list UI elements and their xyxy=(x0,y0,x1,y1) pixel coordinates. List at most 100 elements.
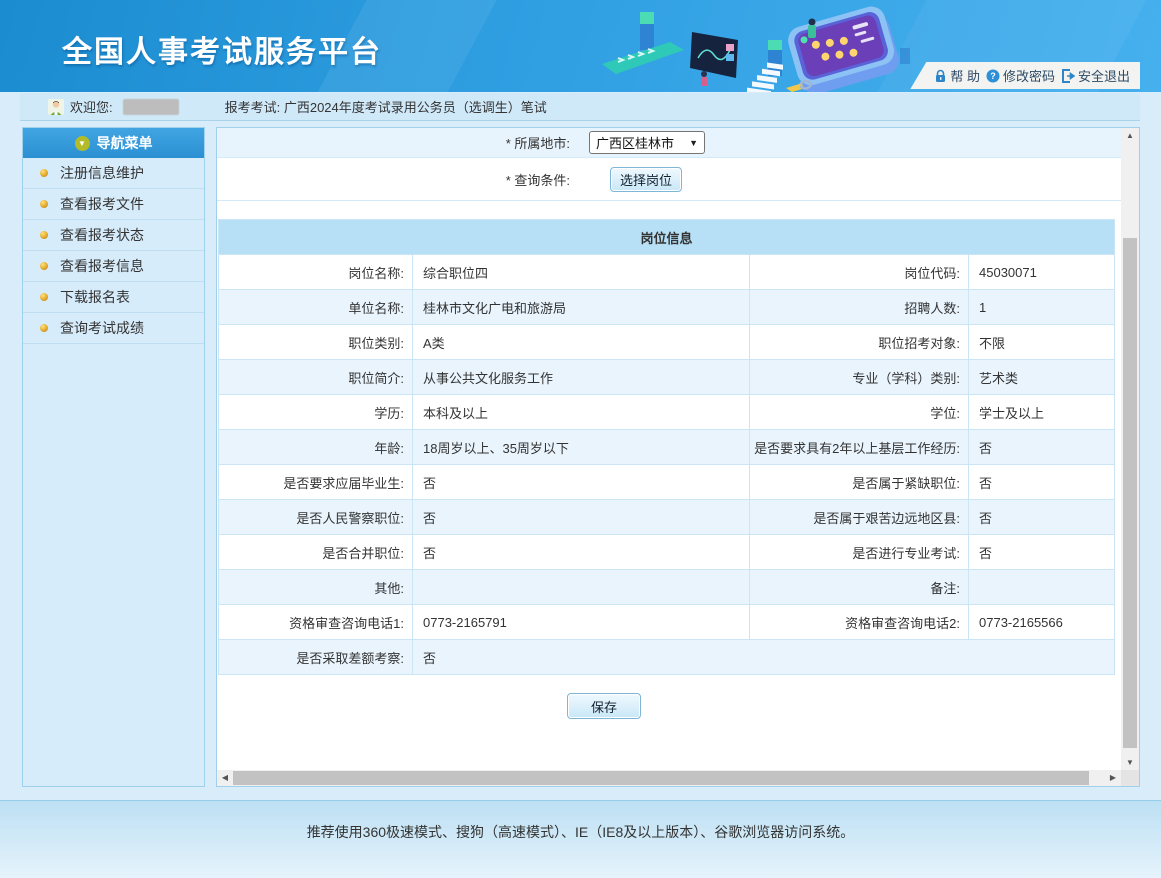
welcome-bar: 欢迎您: 报考考试: 广西2024年度考试录用公务员（选调生）笔试 xyxy=(20,93,1140,121)
user-avatar-icon xyxy=(48,99,64,115)
sidebar-item-label: 下载报名表 xyxy=(60,287,130,307)
bullet-icon xyxy=(40,200,48,208)
vertical-scrollbar-thumb[interactable] xyxy=(1123,238,1137,748)
sidebar-item-view-exam-info[interactable]: 查看报考信息 xyxy=(23,251,204,282)
scroll-down-icon[interactable]: ▼ xyxy=(1121,755,1139,771)
header-illustration xyxy=(600,0,930,92)
sidebar-item-label: 查看报考文件 xyxy=(60,194,144,214)
chevron-down-icon: ▼ xyxy=(689,138,698,148)
bullet-icon xyxy=(40,324,48,332)
field-value: A类 xyxy=(413,325,750,360)
field-value: 否 xyxy=(413,465,750,500)
vertical-scrollbar[interactable]: ▲ ▼ xyxy=(1121,128,1139,771)
sidebar-item-download-form[interactable]: 下载报名表 xyxy=(23,282,204,313)
logout-link[interactable]: 安全退出 xyxy=(1061,66,1130,85)
table-row: 是否要求应届毕业生: 否 是否属于紧缺职位: 否 xyxy=(219,465,1115,500)
svg-text:?: ? xyxy=(990,71,996,81)
field-value: 本科及以上 xyxy=(413,395,750,430)
query-label: * 查询条件: xyxy=(217,170,574,189)
scroll-left-icon[interactable]: ◀ xyxy=(217,770,233,786)
horizontal-scrollbar-thumb[interactable] xyxy=(233,771,1089,785)
field-label: 是否合并职位: xyxy=(219,535,413,570)
sidebar-header: ▼ 导航菜单 xyxy=(23,128,204,158)
field-label: 其他: xyxy=(219,570,413,605)
table-row: 职位简介: 从事公共文化服务工作 专业（学科）类别: 艺术类 xyxy=(219,360,1115,395)
city-label: * 所属地市: xyxy=(217,133,574,152)
field-value: 否 xyxy=(413,535,750,570)
field-value: 不限 xyxy=(969,325,1115,360)
field-label: 单位名称: xyxy=(219,290,413,325)
bullet-icon xyxy=(40,169,48,177)
field-value: 否 xyxy=(969,465,1115,500)
field-value: 18周岁以上、35周岁以下 xyxy=(413,430,750,465)
position-info-table: 岗位信息 岗位名称: 综合职位四 岗位代码: 45030071 单位名称: 桂林… xyxy=(218,219,1115,675)
scroll-up-icon[interactable]: ▲ xyxy=(1121,128,1139,144)
field-value: 桂林市文化广电和旅游局 xyxy=(413,290,750,325)
change-password-label: 修改密码 xyxy=(1003,66,1055,85)
logout-label: 安全退出 xyxy=(1078,66,1130,85)
sidebar-item-label: 查看报考信息 xyxy=(60,256,144,276)
field-value: 从事公共文化服务工作 xyxy=(413,360,750,395)
field-label: 职位简介: xyxy=(219,360,413,395)
table-row: 职位类别: A类 职位招考对象: 不限 xyxy=(219,325,1115,360)
save-button[interactable]: 保存 xyxy=(567,693,641,719)
help-link[interactable]: 帮 助 xyxy=(934,66,980,85)
field-label: 职位招考对象: xyxy=(750,325,969,360)
table-row: 年龄: 18周岁以上、35周岁以下 是否要求具有2年以上基层工作经历: 否 xyxy=(219,430,1115,465)
bullet-icon xyxy=(40,231,48,239)
table-row: 是否合并职位: 否 是否进行专业考试: 否 xyxy=(219,535,1115,570)
field-label: 学位: xyxy=(750,395,969,430)
field-label: 是否属于艰苦边远地区县: xyxy=(750,500,969,535)
sidebar: ▼ 导航菜单 注册信息维护 查看报考文件 查看报考状态 查看报考信息 下载报名表… xyxy=(22,127,205,787)
field-label: 是否进行专业考试: xyxy=(750,535,969,570)
bullet-icon xyxy=(40,262,48,270)
sidebar-item-view-exam-files[interactable]: 查看报考文件 xyxy=(23,189,204,220)
table-header-row: 岗位信息 xyxy=(219,220,1115,255)
scroll-right-icon[interactable]: ▶ xyxy=(1105,770,1121,786)
app-header: 全国人事考试服务平台 帮 助 ? 修改密码 xyxy=(0,0,1161,92)
choose-post-button[interactable]: 选择岗位 xyxy=(610,167,682,192)
help-label: 帮 助 xyxy=(950,66,980,85)
table-row: 岗位名称: 综合职位四 岗位代码: 45030071 xyxy=(219,255,1115,290)
utility-bar: 帮 助 ? 修改密码 安全退出 xyxy=(910,62,1140,89)
username-redacted xyxy=(123,99,179,115)
field-label: 是否人民警察职位: xyxy=(219,500,413,535)
field-label: 备注: xyxy=(750,570,969,605)
field-label: 是否采取差额考察: xyxy=(219,640,413,675)
sidebar-item-register-info[interactable]: 注册信息维护 xyxy=(23,158,204,189)
table-row: 是否采取差额考察: 否 xyxy=(219,640,1115,675)
table-row: 学历: 本科及以上 学位: 学士及以上 xyxy=(219,395,1115,430)
table-title: 岗位信息 xyxy=(219,220,1115,255)
page-footer: 推荐使用360极速模式、搜狗（高速模式）、IE（IE8及以上版本）、谷歌浏览器访… xyxy=(0,800,1161,878)
welcome-label: 欢迎您: xyxy=(70,97,113,116)
bullet-icon xyxy=(40,293,48,301)
form-row-city: * 所属地市: 广西区桂林市 ▼ xyxy=(217,128,1121,158)
table-row: 其他: 备注: xyxy=(219,570,1115,605)
form-row-query: * 查询条件: 选择岗位 xyxy=(217,158,1121,201)
field-value: 学士及以上 xyxy=(969,395,1115,430)
exam-info: 报考考试: 广西2024年度考试录用公务员（选调生）笔试 xyxy=(225,97,547,116)
horizontal-scrollbar[interactable]: ◀ ▶ xyxy=(217,770,1121,786)
field-label: 学历: xyxy=(219,395,413,430)
field-label: 资格审查咨询电话2: xyxy=(750,605,969,640)
question-icon: ? xyxy=(986,69,1000,83)
browser-recommendation: 推荐使用360极速模式、搜狗（高速模式）、IE（IE8及以上版本）、谷歌浏览器访… xyxy=(307,824,855,840)
field-value: 否 xyxy=(969,535,1115,570)
field-value: 45030071 xyxy=(969,255,1115,290)
city-select-value: 广西区桂林市 xyxy=(596,133,674,152)
field-label: 年龄: xyxy=(219,430,413,465)
table-row: 单位名称: 桂林市文化广电和旅游局 招聘人数: 1 xyxy=(219,290,1115,325)
table-row: 是否人民警察职位: 否 是否属于艰苦边远地区县: 否 xyxy=(219,500,1115,535)
change-password-link[interactable]: ? 修改密码 xyxy=(986,66,1055,85)
field-value xyxy=(413,570,750,605)
field-value: 否 xyxy=(969,430,1115,465)
sidebar-item-view-exam-status[interactable]: 查看报考状态 xyxy=(23,220,204,251)
city-select[interactable]: 广西区桂林市 ▼ xyxy=(589,131,705,154)
field-label: 招聘人数: xyxy=(750,290,969,325)
sidebar-item-label: 查询考试成绩 xyxy=(60,318,144,338)
field-label: 岗位代码: xyxy=(750,255,969,290)
chevron-down-icon: ▼ xyxy=(75,136,90,151)
field-value: 0773-2165566 xyxy=(969,605,1115,640)
table-row: 资格审查咨询电话1: 0773-2165791 资格审查咨询电话2: 0773-… xyxy=(219,605,1115,640)
sidebar-item-query-scores[interactable]: 查询考试成绩 xyxy=(23,313,204,344)
